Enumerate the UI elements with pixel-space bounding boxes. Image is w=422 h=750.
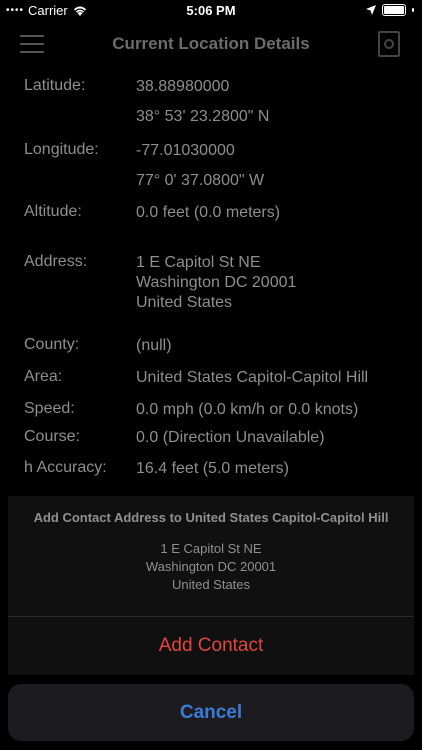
detail-value: 16.4 feet (5.0 meters) xyxy=(136,460,289,477)
longitude-decimal: -77.01030000 xyxy=(136,142,235,159)
navigation-bar: Current Location Details xyxy=(0,22,422,66)
battery-icon xyxy=(382,4,406,16)
add-contact-button[interactable]: Add Contact xyxy=(8,617,414,675)
address-line: 1 E Capitol St NE xyxy=(136,254,261,271)
status-bar-right xyxy=(366,4,414,16)
detail-value: (null) xyxy=(136,337,172,354)
detail-value: 1 E Capitol St NE Washington DC 20001 Un… xyxy=(136,253,296,313)
battery-cap-icon xyxy=(412,8,414,12)
location-details-list: Latitude: 38.88980000 38° 53' 23.2800" N… xyxy=(0,66,422,496)
detail-label: Speed: xyxy=(24,400,75,417)
status-bar: •••• Carrier 5:06 PM xyxy=(0,0,422,22)
message-line: 1 E Capitol St NE xyxy=(160,541,262,556)
detail-value: -77.01030000 77° 0' 37.0800" W xyxy=(136,141,264,191)
detail-label: Course: xyxy=(24,428,81,445)
message-line: Washington DC 20001 xyxy=(145,559,277,574)
detail-value: 0.0 mph (0.0 km/h or 0.0 knots) xyxy=(136,401,359,418)
location-arrow-icon xyxy=(366,5,376,15)
detail-label: Address: xyxy=(24,253,88,270)
detail-label: County: xyxy=(24,336,80,353)
address-line: United States xyxy=(136,294,233,311)
detail-label: Longitude: xyxy=(24,141,99,158)
action-sheet: Add Contact Address to United States Cap… xyxy=(8,496,414,675)
address-line: Washington DC 20001 xyxy=(136,274,297,291)
share-icon[interactable] xyxy=(378,31,400,57)
detail-value: 0.0 feet (0.0 meters) xyxy=(136,204,281,221)
cancel-button[interactable]: Cancel xyxy=(8,684,414,741)
detail-label: Area: xyxy=(24,368,63,385)
detail-label: Altitude: xyxy=(24,203,82,220)
detail-value: United States Capitol-Capitol Hill xyxy=(136,369,369,386)
detail-value: 38.88980000 38° 53' 23.2800" N xyxy=(136,77,269,127)
latitude-decimal: 38.88980000 xyxy=(136,78,230,95)
detail-label: Latitude: xyxy=(24,77,86,94)
detail-value: 0.0 (Direction Unavailable) xyxy=(136,429,325,446)
status-time: 5:06 PM xyxy=(186,3,236,18)
action-sheet-title: Add Contact Address to United States Cap… xyxy=(33,510,389,525)
message-line: United States xyxy=(171,577,251,592)
latitude-dms: 38° 53' 23.2800" N xyxy=(136,108,270,125)
page-title: Current Location Details xyxy=(112,34,310,53)
longitude-dms: 77° 0' 37.0800" W xyxy=(136,172,265,189)
action-sheet-message: 1 E Capitol St NE Washington DC 20001 Un… xyxy=(8,540,414,594)
detail-label: h Accuracy: xyxy=(24,459,107,476)
